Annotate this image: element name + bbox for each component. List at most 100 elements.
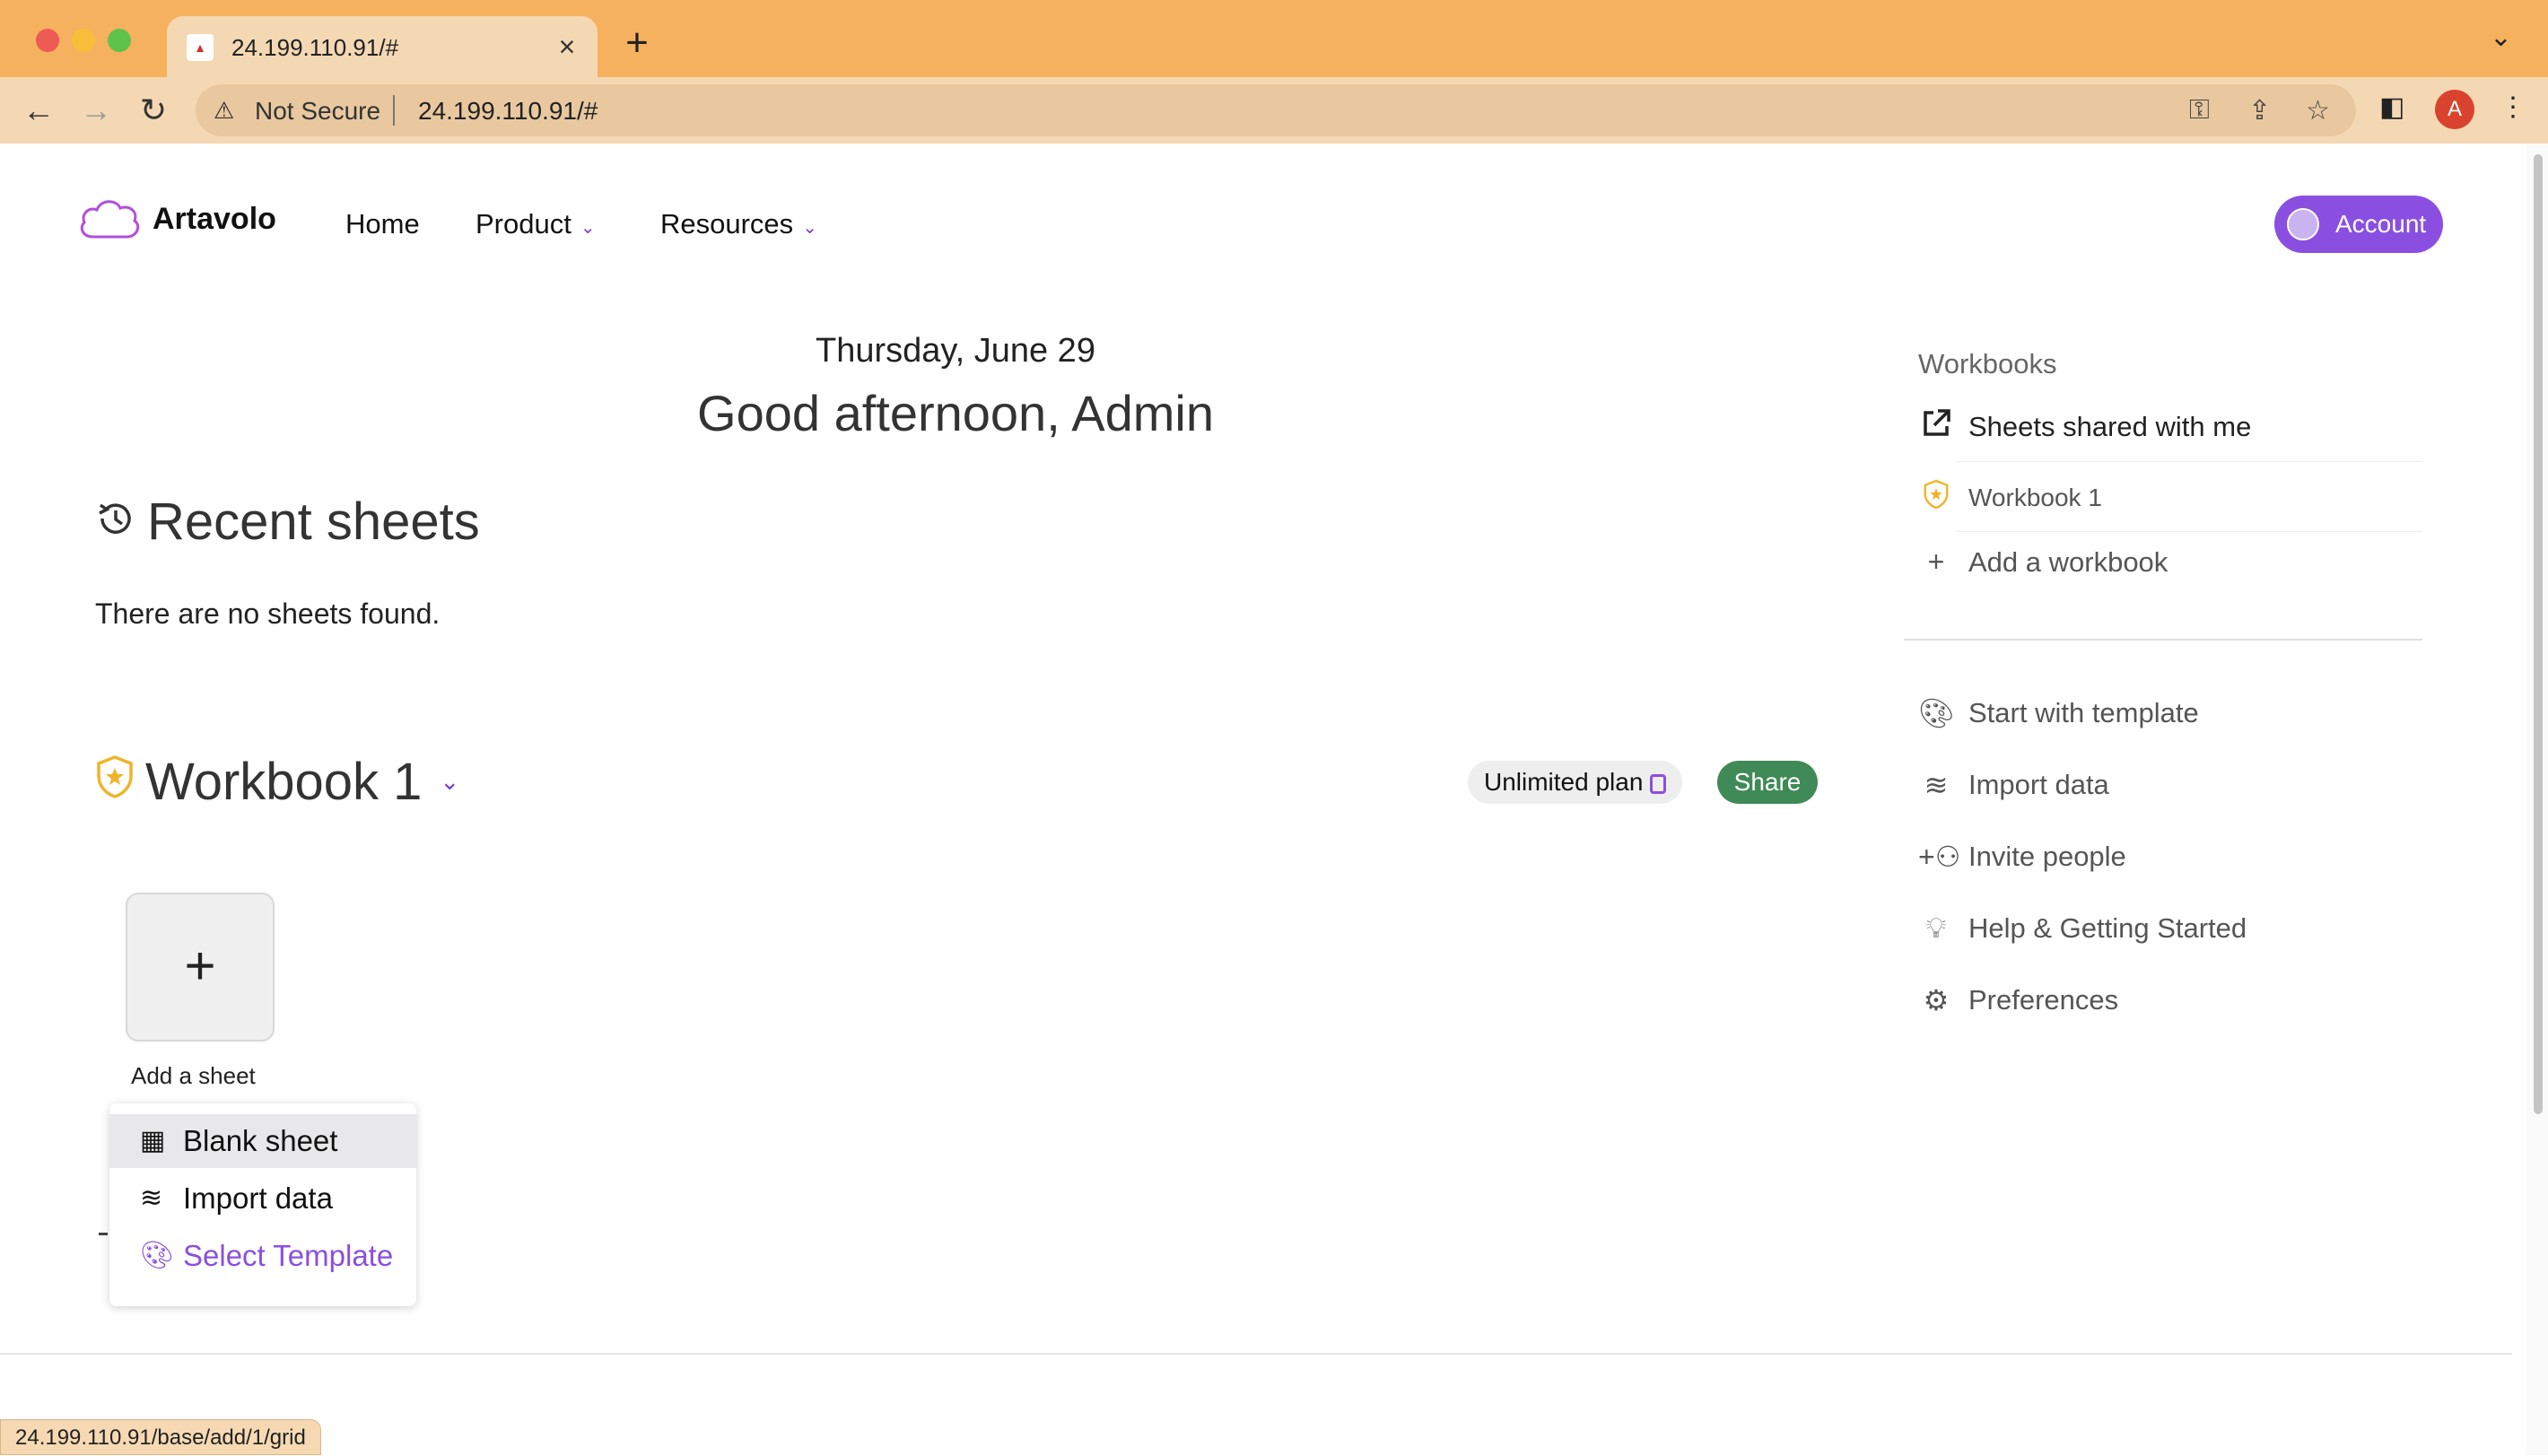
workbook-title: Workbook 1: [145, 753, 423, 811]
key-icon[interactable]: ⚿: [2189, 95, 2210, 126]
plan-icon: [1650, 773, 1667, 794]
scrollbar-thumb[interactable]: [2534, 154, 2543, 1114]
sidebar-item-help[interactable]: 💡︎ Help & Getting Started: [1918, 911, 2247, 946]
account-label: Account: [2335, 210, 2427, 238]
tab-close-icon[interactable]: ×: [549, 29, 585, 65]
divider: [99, 1233, 108, 1235]
bookmark-star-icon[interactable]: ☆: [2306, 95, 2330, 126]
sidebar-item-workbook[interactable]: Workbook 1: [1918, 479, 2102, 517]
sidebar-item-shared-label: Sheets shared with me: [1968, 411, 2252, 442]
cloud-logo-icon: [80, 200, 140, 239]
menu-item-import-data[interactable]: ≋ Import data: [109, 1172, 416, 1225]
palette-icon: 🎨︎: [1918, 697, 1955, 729]
sidebar-item-import-data-label: Import data: [1968, 769, 2109, 800]
divider: [1956, 531, 2422, 532]
shield-star-icon: [1918, 479, 1954, 517]
nav-home-label: Home: [345, 208, 420, 240]
sidebar-item-shared[interactable]: Sheets shared with me: [1918, 407, 2251, 447]
brand-logo[interactable]: Artavolo: [77, 194, 276, 244]
sidebar-item-add-workbook-label: Add a workbook: [1968, 545, 2168, 578]
greeting: Good afternoon, Admin: [697, 385, 1214, 441]
url-text[interactable]: 24.199.110.91/#: [418, 97, 598, 126]
nav-resources[interactable]: Resources ⌄: [660, 208, 817, 240]
add-sheet-label: Add a sheet: [131, 1062, 256, 1089]
page-scrollbar[interactable]: [2526, 144, 2548, 1455]
forward-arrow-icon[interactable]: →: [75, 90, 117, 131]
address-bar[interactable]: ⚠ Not Secure 24.199.110.91/# ⚿ ⇪ ☆: [196, 84, 2356, 136]
lightbulb-question-icon: 💡︎: [1925, 911, 1947, 944]
sidebar-item-import-data[interactable]: ≋ Import data: [1918, 768, 2109, 802]
gears-icon: ⚙: [1923, 984, 1950, 1016]
current-date: Thursday, June 29: [816, 332, 1095, 370]
browser-chrome: ▲ 24.199.110.91/# × + ⌄ ← → ↻ ⚠ Not Secu…: [0, 0, 2548, 144]
sidebar-heading: Workbooks: [1918, 348, 2057, 379]
browser-tab[interactable]: ▲ 24.199.110.91/# ×: [167, 16, 598, 79]
nav-product[interactable]: Product ⌄: [476, 208, 596, 240]
plus-icon: +: [1927, 545, 1945, 578]
recent-sheets-heading: Recent sheets: [95, 492, 480, 552]
share-button[interactable]: Share: [1717, 761, 1818, 804]
page-content: Artavolo Home Product ⌄ Resources ⌄ Accoun…: [0, 144, 2548, 1455]
nav-resources-label: Resources: [660, 208, 794, 240]
nav-home[interactable]: Home: [345, 208, 420, 240]
sidebar-item-help-label: Help & Getting Started: [1968, 912, 2247, 944]
brand-name: Artavolo: [153, 201, 276, 236]
chevron-down-icon: ⌄: [580, 218, 596, 238]
add-sheet-tile[interactable]: +: [126, 893, 275, 1042]
browser-menu-icon[interactable]: ⋮: [2500, 92, 2526, 123]
add-sheet-menu: ▦ Blank sheet ≋ Import data 🎨︎ Select Te…: [109, 1103, 416, 1306]
sidebar-item-workbook-label: Workbook 1: [1968, 484, 2102, 511]
zoom-window-button[interactable]: [108, 29, 131, 52]
menu-item-select-template-label: Select Template: [183, 1239, 394, 1272]
external-link-icon: [1918, 407, 1954, 447]
sidebar-divider: [1904, 639, 2422, 641]
plan-label: Unlimited plan: [1484, 768, 1644, 796]
sidebar-item-invite-label: Invite people: [1968, 841, 2126, 872]
chevron-down-icon: ⌄: [802, 218, 817, 238]
divider: [1956, 461, 2422, 462]
sidebar-item-add-workbook[interactable]: + Add a workbook: [1918, 545, 2168, 579]
close-window-button[interactable]: [36, 29, 59, 52]
favicon-icon: ▲: [187, 34, 214, 61]
nav-product-label: Product: [476, 208, 572, 240]
menu-item-import-data-label: Import data: [183, 1181, 333, 1215]
palette-icon: 🎨︎: [140, 1241, 175, 1270]
shield-star-icon: [95, 752, 135, 812]
sidebar-item-start-template-label: Start with template: [1968, 697, 2199, 728]
menu-item-blank-sheet[interactable]: ▦ Blank sheet: [109, 1114, 416, 1168]
menu-item-blank-sheet-label: Blank sheet: [183, 1124, 338, 1157]
recent-sheets-title: Recent sheets: [147, 493, 480, 551]
url-separator: [393, 95, 395, 126]
back-arrow-icon[interactable]: ←: [18, 90, 59, 131]
sidebar-item-start-template[interactable]: 🎨︎ Start with template: [1918, 696, 2199, 730]
new-tab-button[interactable]: +: [619, 23, 655, 63]
tab-strip: ▲ 24.199.110.91/# × + ⌄: [0, 0, 2548, 79]
tab-search-chevron-icon[interactable]: ⌄: [2490, 22, 2512, 53]
plan-badge[interactable]: Unlimited plan: [1468, 761, 1683, 804]
footer-divider: [0, 1353, 2512, 1355]
account-button[interactable]: Account: [2274, 196, 2443, 253]
chevron-down-icon: ⌄: [440, 768, 460, 795]
sidebar-item-invite[interactable]: +⚇ Invite people: [1918, 840, 2126, 874]
link-status-bar: 24.199.110.91/base/add/1/grid: [0, 1419, 321, 1455]
sidebar-item-preferences-label: Preferences: [1968, 984, 2119, 1016]
workbook-heading[interactable]: Workbook 1 ⌄: [95, 752, 459, 812]
account-image-icon: [2287, 208, 2319, 240]
reload-icon[interactable]: ↻: [133, 90, 174, 131]
minimize-window-button[interactable]: [72, 29, 95, 52]
database-import-icon: ≋: [140, 1183, 163, 1213]
share-page-icon[interactable]: ⇪: [2248, 95, 2271, 126]
menu-item-select-template[interactable]: 🎨︎ Select Template: [109, 1229, 416, 1283]
not-secure-label: Not Secure: [255, 97, 381, 125]
tab-title: 24.199.110.91/#: [231, 34, 399, 61]
invite-users-icon: +⚇: [1918, 841, 1961, 873]
side-panel-icon[interactable]: ◧: [2379, 92, 2404, 123]
sidebar-item-preferences[interactable]: ⚙ Preferences: [1918, 983, 2118, 1017]
database-import-icon: ≋: [1924, 769, 1949, 801]
plus-icon: +: [184, 936, 216, 996]
profile-avatar[interactable]: A: [2435, 90, 2474, 129]
table-grid-icon: ▦: [140, 1126, 166, 1155]
browser-toolbar: ← → ↻ ⚠ Not Secure 24.199.110.91/# ⚿ ⇪ ☆…: [0, 77, 2548, 144]
warning-icon: ⚠: [214, 97, 235, 124]
recent-sheets-empty: There are no sheets found.: [95, 597, 441, 630]
